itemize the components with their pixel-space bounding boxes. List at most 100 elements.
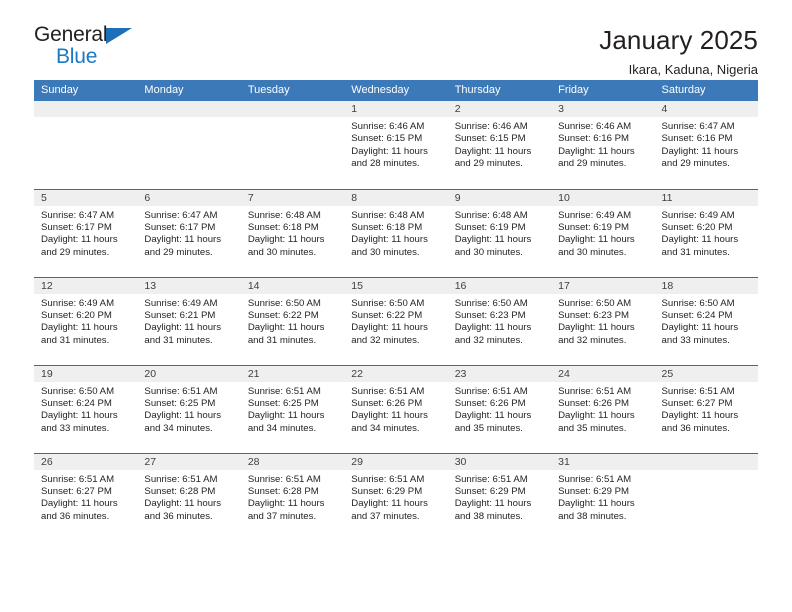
- day-details: Sunrise: 6:51 AM Sunset: 6:29 PM Daylight:…: [551, 470, 654, 524]
- calendar-day-cell[interactable]: 24 Sunrise: 6:51 AM Sunset: 6:26 PM Dayligh…: [551, 364, 655, 453]
- daylight-duration-line2: and 32 minutes.: [351, 334, 420, 346]
- daylight-duration-line1: Daylight: 11 hours: [144, 498, 222, 510]
- daylight-duration-line1: Daylight: 11 hours: [558, 322, 635, 334]
- calendar-day-cell[interactable]: 12 Sunrise: 6:49 AM Sunset: 6:20 PM Dayligh…: [34, 276, 138, 365]
- sunrise-time: Sunrise: 6:48 AM: [454, 209, 528, 221]
- day-number: 24: [551, 365, 655, 382]
- sunrise-time: Sunrise: 6:51 AM: [454, 385, 528, 397]
- calendar-day-cell[interactable]: 14 Sunrise: 6:50 AM Sunset: 6:22 PM Dayligh…: [240, 276, 345, 365]
- calendar-day-cell[interactable]: 29 Sunrise: 6:51 AM Sunset: 6:29 PM Dayligh…: [344, 452, 448, 541]
- day-number: 15: [344, 277, 448, 294]
- calendar-day-cell[interactable]: 1 Sunrise: 6:46 AM Sunset: 6:15 PM Daylight…: [344, 101, 448, 189]
- daylight-duration-line1: Daylight: 11 hours: [41, 410, 118, 422]
- day-details: Sunrise: 6:51 AM Sunset: 6:26 PM Daylight:…: [448, 382, 551, 436]
- sunrise-time: Sunrise: 6:50 AM: [41, 385, 115, 397]
- day-details: Sunrise: 6:49 AM Sunset: 6:20 PM Daylight:…: [34, 294, 137, 348]
- calendar-day-cell[interactable]: 2 Sunrise: 6:46 AM Sunset: 6:15 PM Daylight…: [447, 101, 552, 189]
- day-details: Sunrise: 6:46 AM Sunset: 6:16 PM Daylight:…: [551, 117, 654, 171]
- daylight-duration-line2: and 30 minutes.: [454, 246, 523, 258]
- daylight-duration-line1: Daylight: 11 hours: [454, 410, 532, 422]
- calendar-day-cell[interactable]: 20 Sunrise: 6:51 AM Sunset: 6:25 PM Dayligh…: [137, 364, 241, 453]
- day-number: 31: [551, 453, 655, 470]
- daylight-duration-line1: Daylight: 11 hours: [351, 410, 428, 422]
- calendar-week-row: 26 Sunrise: 6:51 AM Sunset: 6:27 PM Dayligh…: [34, 452, 758, 541]
- sunrise-time: Sunrise: 6:49 AM: [558, 209, 632, 221]
- daylight-duration-line1: Daylight: 11 hours: [351, 145, 428, 157]
- calendar-day-cell-empty: [137, 101, 241, 189]
- daylight-duration-line2: and 31 minutes.: [41, 334, 110, 346]
- day-details: Sunrise: 6:47 AM Sunset: 6:17 PM Daylight:…: [137, 206, 240, 260]
- day-number: 18: [654, 277, 758, 294]
- weekday-header-tuesday: Tuesday: [240, 80, 345, 101]
- calendar-day-cell[interactable]: 27 Sunrise: 6:51 AM Sunset: 6:28 PM Dayligh…: [137, 452, 241, 541]
- calendar-day-cell[interactable]: 13 Sunrise: 6:49 AM Sunset: 6:21 PM Dayligh…: [137, 276, 241, 365]
- daylight-duration-line1: Daylight: 11 hours: [661, 322, 739, 334]
- page-subtitle: Ikara, Kaduna, Nigeria: [628, 61, 758, 77]
- day-number: 12: [34, 277, 138, 294]
- day-number: [137, 101, 241, 117]
- daylight-duration-line1: Daylight: 11 hours: [247, 322, 325, 334]
- sunset-time: Sunset: 6:16 PM: [558, 133, 630, 145]
- calendar-day-cell[interactable]: 7 Sunrise: 6:48 AM Sunset: 6:18 PM Daylight…: [240, 188, 345, 277]
- calendar-day-cell[interactable]: 15 Sunrise: 6:50 AM Sunset: 6:22 PM Dayligh…: [344, 276, 448, 365]
- generalblue-logo[interactable]: General Blue: [34, 24, 146, 72]
- daylight-duration-line2: and 28 minutes.: [351, 158, 420, 170]
- daylight-duration-line2: and 33 minutes.: [41, 422, 110, 434]
- weekday-header-friday: Friday: [551, 80, 655, 101]
- day-details: Sunrise: 6:50 AM Sunset: 6:22 PM Daylight:…: [241, 294, 344, 348]
- calendar-day-cell[interactable]: 23 Sunrise: 6:51 AM Sunset: 6:26 PM Dayligh…: [447, 364, 552, 453]
- daylight-duration-line1: Daylight: 11 hours: [558, 410, 635, 422]
- sunset-time: Sunset: 6:29 PM: [454, 485, 526, 497]
- calendar-day-cell[interactable]: 21 Sunrise: 6:51 AM Sunset: 6:25 PM Dayligh…: [240, 364, 345, 453]
- calendar-day-cell[interactable]: 6 Sunrise: 6:47 AM Sunset: 6:17 PM Daylight…: [137, 188, 241, 277]
- calendar-day-cell[interactable]: 3 Sunrise: 6:46 AM Sunset: 6:16 PM Daylight…: [551, 101, 655, 189]
- calendar-day-cell[interactable]: 28 Sunrise: 6:51 AM Sunset: 6:28 PM Dayligh…: [240, 452, 345, 541]
- calendar-day-cell[interactable]: 30 Sunrise: 6:51 AM Sunset: 6:29 PM Dayligh…: [447, 452, 552, 541]
- calendar-day-cell[interactable]: 25 Sunrise: 6:51 AM Sunset: 6:27 PM Dayligh…: [654, 364, 758, 453]
- daylight-duration-line2: and 30 minutes.: [351, 246, 420, 258]
- sunset-time: Sunset: 6:20 PM: [41, 309, 112, 321]
- sunrise-time: Sunrise: 6:47 AM: [41, 209, 115, 221]
- daylight-duration-line1: Daylight: 11 hours: [454, 145, 532, 157]
- sunset-time: Sunset: 6:17 PM: [41, 221, 112, 233]
- calendar-day-cell-empty: [654, 452, 758, 541]
- calendar-day-cell[interactable]: 8 Sunrise: 6:48 AM Sunset: 6:18 PM Daylight…: [344, 188, 448, 277]
- daylight-duration-line2: and 32 minutes.: [558, 334, 627, 346]
- daylight-duration-line2: and 35 minutes.: [558, 422, 627, 434]
- daylight-duration-line2: and 34 minutes.: [247, 422, 317, 434]
- sunset-time: Sunset: 6:25 PM: [144, 397, 216, 409]
- weekday-header-saturday: Saturday: [654, 80, 758, 101]
- day-details: Sunrise: 6:50 AM Sunset: 6:24 PM Daylight:…: [655, 294, 758, 348]
- sunset-time: Sunset: 6:26 PM: [454, 397, 526, 409]
- daylight-duration-line2: and 31 minutes.: [144, 334, 213, 346]
- calendar-day-cell[interactable]: 11 Sunrise: 6:49 AM Sunset: 6:20 PM Dayligh…: [654, 188, 758, 277]
- calendar-day-cell-empty: [240, 101, 345, 189]
- day-number: 19: [34, 365, 138, 382]
- day-number: 4: [654, 101, 758, 117]
- calendar-day-cell[interactable]: 31 Sunrise: 6:51 AM Sunset: 6:29 PM Dayligh…: [551, 452, 655, 541]
- calendar-day-cell[interactable]: 26 Sunrise: 6:51 AM Sunset: 6:27 PM Dayligh…: [34, 452, 138, 541]
- calendar-day-cell[interactable]: 9 Sunrise: 6:48 AM Sunset: 6:19 PM Daylight…: [447, 188, 552, 277]
- calendar-day-cell[interactable]: 16 Sunrise: 6:50 AM Sunset: 6:23 PM Dayligh…: [447, 276, 552, 365]
- calendar-day-cell[interactable]: 5 Sunrise: 6:47 AM Sunset: 6:17 PM Daylight…: [34, 188, 138, 277]
- calendar-day-cell[interactable]: 19 Sunrise: 6:50 AM Sunset: 6:24 PM Dayligh…: [34, 364, 138, 453]
- calendar-day-cell[interactable]: 4 Sunrise: 6:47 AM Sunset: 6:16 PM Daylight…: [654, 101, 758, 189]
- daylight-duration-line1: Daylight: 11 hours: [558, 145, 635, 157]
- sunrise-time: Sunrise: 6:50 AM: [661, 297, 735, 309]
- day-details: Sunrise: 6:51 AM Sunset: 6:26 PM Daylight:…: [344, 382, 447, 436]
- calendar-day-cell[interactable]: 17 Sunrise: 6:50 AM Sunset: 6:23 PM Dayligh…: [551, 276, 655, 365]
- calendar-day-cell[interactable]: 10 Sunrise: 6:49 AM Sunset: 6:19 PM Dayligh…: [551, 188, 655, 277]
- calendar-day-cell[interactable]: 18 Sunrise: 6:50 AM Sunset: 6:24 PM Dayligh…: [654, 276, 758, 365]
- calendar-body: 1 Sunrise: 6:46 AM Sunset: 6:15 PM Daylight…: [34, 101, 758, 541]
- day-details: Sunrise: 6:51 AM Sunset: 6:28 PM Daylight:…: [241, 470, 344, 524]
- sunset-time: Sunset: 6:25 PM: [247, 397, 319, 409]
- daylight-duration-line2: and 36 minutes.: [661, 422, 730, 434]
- day-number: 8: [344, 189, 448, 206]
- day-number: 21: [240, 365, 345, 382]
- calendar-day-cell[interactable]: 22 Sunrise: 6:51 AM Sunset: 6:26 PM Dayligh…: [344, 364, 448, 453]
- sunset-time: Sunset: 6:26 PM: [351, 397, 423, 409]
- daylight-duration-line2: and 36 minutes.: [41, 510, 110, 522]
- daylight-duration-line1: Daylight: 11 hours: [144, 234, 222, 246]
- daylight-duration-line1: Daylight: 11 hours: [351, 498, 428, 510]
- day-details: Sunrise: 6:49 AM Sunset: 6:21 PM Daylight:…: [137, 294, 240, 348]
